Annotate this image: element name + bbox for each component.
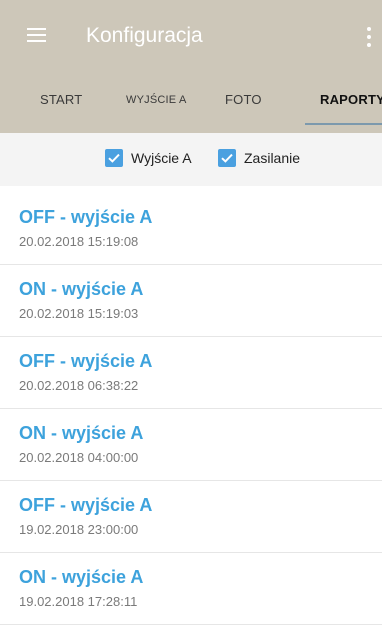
report-timestamp: 20.02.2018 04:00:00 xyxy=(19,450,139,465)
report-title: ON - wyjście A xyxy=(19,567,144,587)
report-timestamp: 20.02.2018 15:19:08 xyxy=(19,234,139,249)
report-title: ON - wyjście A xyxy=(19,423,144,443)
tab-raporty[interactable]: RAPORTY xyxy=(320,86,382,133)
list-item[interactable]: ON - wyjście A 19.02.2018 17:28:11 xyxy=(0,553,382,625)
report-title: OFF - wyjście A xyxy=(19,351,153,371)
tab-start[interactable]: START xyxy=(40,86,82,133)
report-timestamp: 20.02.2018 15:19:03 xyxy=(19,306,139,321)
report-title: OFF - wyjście A xyxy=(19,495,153,515)
report-title: ON - wyjście A xyxy=(19,279,144,299)
list-item[interactable]: OFF - wyjście A 19.02.2018 23:00:00 xyxy=(0,481,382,553)
report-list: OFF - wyjście A 20.02.2018 15:19:08 ON -… xyxy=(0,193,382,625)
report-timestamp: 19.02.2018 23:00:00 xyxy=(19,522,139,537)
report-title: OFF - wyjście A xyxy=(19,207,153,227)
tab-bar: START WYJŚCIE A FOTO RAPORTY xyxy=(0,86,382,133)
filter-label: Wyjście A xyxy=(131,150,192,166)
tab-wyjscie-a[interactable]: WYJŚCIE A xyxy=(126,86,186,133)
report-timestamp: 19.02.2018 17:28:11 xyxy=(19,594,138,609)
list-item[interactable]: ON - wyjście A 20.02.2018 15:19:03 xyxy=(0,265,382,337)
checkbox-checked-icon[interactable] xyxy=(218,149,236,167)
app-title: Konfiguracja xyxy=(86,24,203,47)
list-item[interactable]: ON - wyjście A 20.02.2018 04:00:00 xyxy=(0,409,382,481)
hamburger-menu-icon[interactable] xyxy=(27,28,46,43)
more-vert-icon[interactable] xyxy=(360,24,380,50)
tab-foto[interactable]: FOTO xyxy=(225,86,262,133)
list-item[interactable]: OFF - wyjście A 20.02.2018 15:19:08 xyxy=(0,193,382,265)
toolbar: Konfiguracja xyxy=(0,16,382,64)
list-item[interactable]: OFF - wyjście A 20.02.2018 06:38:22 xyxy=(0,337,382,409)
filter-bar: Wyjście A Zasilanie xyxy=(0,133,382,186)
filter-label: Zasilanie xyxy=(244,150,301,166)
app-bar: Konfiguracja START WYJŚCIE A FOTO RAPORT… xyxy=(0,0,382,133)
checkbox-checked-icon[interactable] xyxy=(105,149,123,167)
report-timestamp: 20.02.2018 06:38:22 xyxy=(19,378,139,393)
active-tab-indicator xyxy=(305,123,382,125)
